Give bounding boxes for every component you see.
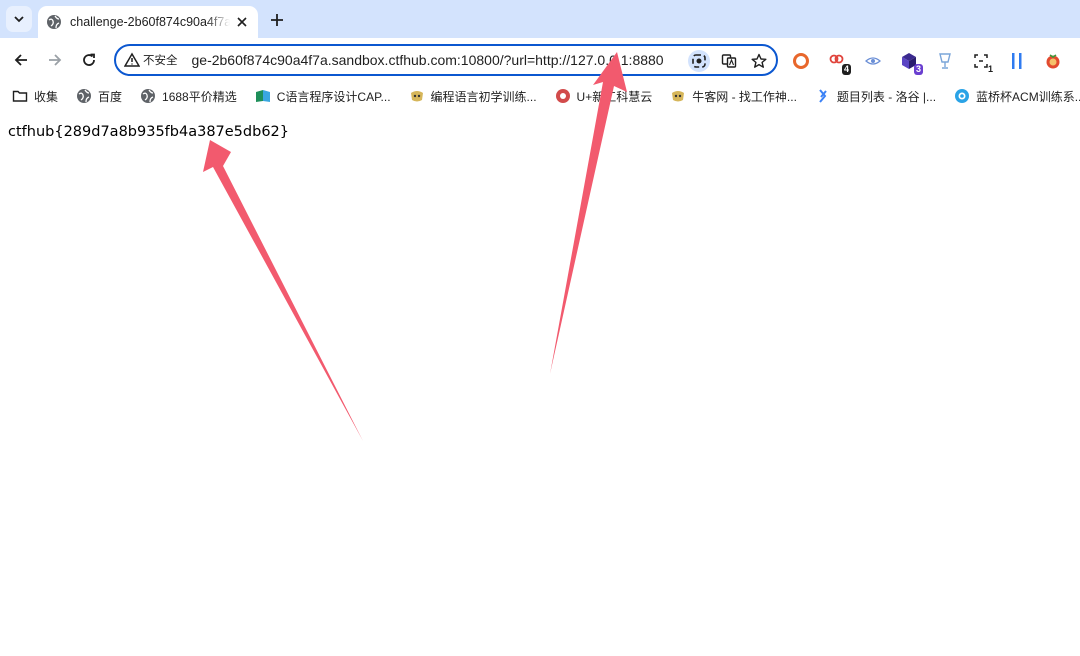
extension-badge: 3 [913,64,923,75]
tab-active[interactable]: challenge-2b60f874c90a4f7a.sandbox.ctfhu… [38,6,258,38]
uplus-icon [555,89,570,103]
bookmarks-bar: 收集 百度 1688平价精选 C语言程序设计CAP... 编程语言初学训练...… [0,82,1080,110]
extension-tomato[interactable] [1042,50,1064,72]
extension-badge: 1 [987,64,993,74]
security-label[interactable]: 不安全 [143,52,178,68]
translate-icon [721,54,737,68]
bookmark-item[interactable]: 题目列表 - 洛谷 |... [815,82,936,110]
bookmark-item[interactable]: 1688平价精选 [140,82,237,110]
extension-badge: 4 [841,64,851,75]
tab-strip: challenge-2b60f874c90a4f7a.sandbox.ctfhu… [0,0,1080,38]
tab-close-button[interactable] [234,14,250,30]
arrow-left-icon [14,54,27,66]
extension-cup[interactable] [934,50,956,72]
lens-button[interactable] [688,50,710,72]
tomato-icon [1046,54,1060,69]
chevron-down-icon [14,16,24,23]
bookmark-label: 题目列表 - 洛谷 |... [836,89,937,104]
bookmark-label: C语言程序设计CAP... [276,89,391,104]
bookmark-label: 1688平价精选 [162,89,237,104]
warning-icon[interactable] [124,52,140,68]
extension-capture[interactable]: 1 [970,50,993,74]
bookmark-star-button[interactable] [748,50,770,72]
close-icon [237,17,247,27]
globe-icon [141,89,156,103]
forward-button[interactable] [43,48,67,72]
extension-cube[interactable]: 3 [898,50,923,75]
bookmark-item[interactable]: 百度 [76,82,122,110]
bookmark-item[interactable]: C语言程序设计CAP... [255,82,391,110]
nowcoder-icon [410,91,423,102]
mooc-icon [255,90,270,102]
pause-icon [1012,53,1022,69]
star-icon [751,53,767,68]
arrow-right-icon [49,54,62,66]
globe-icon [47,15,61,29]
translate-button[interactable] [718,50,740,72]
bookmark-item[interactable]: 牛客网 - 找工作神... [670,82,797,110]
extensions-area: 4 3 1 [790,50,1080,75]
extension-link[interactable]: 4 [826,50,851,75]
bookmark-item[interactable]: 编程语言初学训练... [409,82,537,110]
nowcoder-icon [672,91,685,102]
luogu-icon [819,89,827,103]
globe-icon [77,89,92,103]
bookmark-item[interactable]: 收集 [12,82,58,110]
new-tab-button[interactable] [266,9,288,31]
tab-search-button[interactable] [6,6,32,32]
bookmark-label: 百度 [98,89,123,104]
cup-icon [939,53,951,69]
bookmark-label: 牛客网 - 找工作神... [692,89,797,104]
extension-pause[interactable] [1006,50,1028,72]
back-button[interactable] [9,48,33,72]
bookmark-item[interactable]: 蓝桥杯ACM训练系... [954,82,1080,110]
bookmark-label: 蓝桥杯ACM训练系... [976,89,1080,104]
tab-title: challenge-2b60f874c90a4f7a.sandbox.ctfhu… [70,15,230,29]
ring-icon [793,53,809,69]
plus-icon [271,14,283,26]
page-content: ctfhub{289d7a8b935fb4a387e5db62} [0,110,1080,656]
bookmark-label: 编程语言初学训练... [430,89,537,104]
reload-icon [83,53,95,66]
bookmark-item[interactable]: U+新工科慧云 [555,82,653,110]
lanqiao-icon [955,89,970,103]
bookmark-label: U+新工科慧云 [576,89,653,104]
toolbar: 不安全 ge-2b60f874c90a4f7a.sandbox.ctfhub.c… [0,38,1080,82]
reload-button[interactable] [77,48,101,72]
url-text[interactable]: ge-2b60f874c90a4f7a.sandbox.ctfhub.com:1… [192,52,678,68]
extension-ring[interactable] [790,50,812,72]
flag-text: ctfhub{289d7a8b935fb4a387e5db62} [8,124,289,140]
eye-icon [865,57,881,65]
lens-icon [692,54,706,68]
folder-icon [12,90,28,102]
address-bar[interactable]: 不安全 ge-2b60f874c90a4f7a.sandbox.ctfhub.c… [114,44,778,76]
extension-eye[interactable] [862,50,884,72]
bookmark-label: 收集 [34,89,59,104]
